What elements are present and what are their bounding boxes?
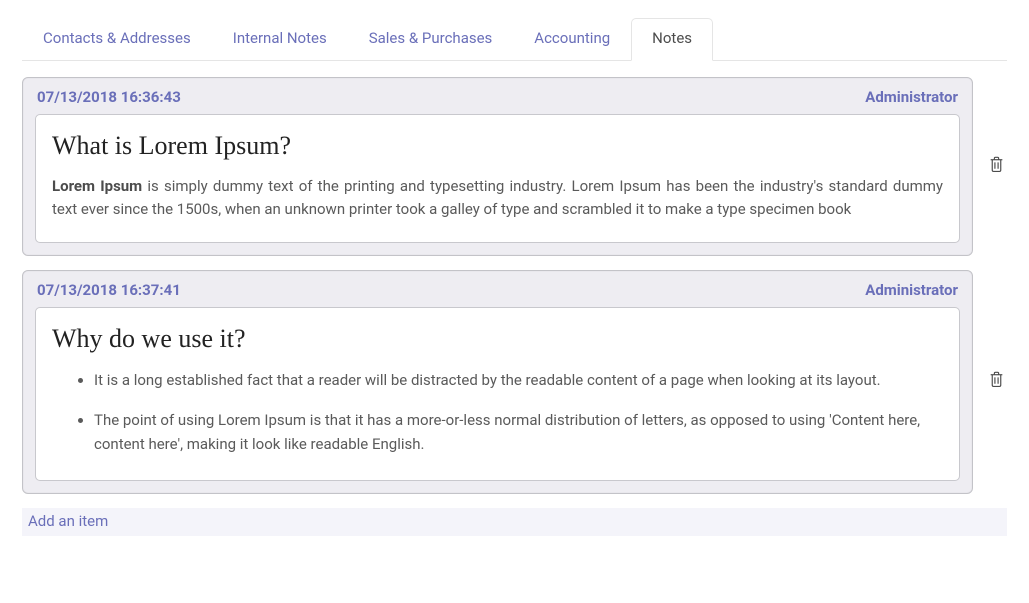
tab-notes[interactable]: Notes — [631, 18, 713, 61]
note-body[interactable]: What is Lorem Ipsum? Lorem Ipsum is simp… — [35, 114, 960, 243]
delete-note-button[interactable] — [985, 371, 1007, 392]
note-card: 07/13/2018 16:37:41 Administrator Why do… — [22, 270, 973, 494]
note-body[interactable]: Why do we use it? It is a long establish… — [35, 307, 960, 481]
note-timestamp: 07/13/2018 16:37:41 — [37, 281, 181, 299]
add-item-link[interactable]: Add an item — [28, 512, 108, 530]
tab-label: Internal Notes — [233, 29, 327, 47]
note-author: Administrator — [865, 88, 958, 106]
note-header: 07/13/2018 16:37:41 Administrator — [35, 281, 960, 307]
note-paragraph-text: is simply dummy text of the printing and… — [52, 177, 943, 218]
note-bullet-item: The point of using Lorem Ipsum is that i… — [94, 408, 943, 456]
trash-icon — [989, 156, 1004, 177]
note-paragraph: Lorem Ipsum is simply dummy text of the … — [52, 175, 943, 222]
tab-contacts-addresses[interactable]: Contacts & Addresses — [22, 18, 212, 60]
trash-icon — [989, 371, 1004, 392]
note-bold-lead: Lorem Ipsum — [52, 177, 142, 195]
note-row: 07/13/2018 16:36:43 Administrator What i… — [22, 77, 1007, 256]
note-row: 07/13/2018 16:37:41 Administrator Why do… — [22, 270, 1007, 494]
tab-label: Sales & Purchases — [369, 29, 493, 47]
tab-internal-notes[interactable]: Internal Notes — [212, 18, 348, 60]
note-title: What is Lorem Ipsum? — [52, 131, 943, 161]
note-bullet-list: It is a long established fact that a rea… — [52, 368, 943, 456]
tab-sales-purchases[interactable]: Sales & Purchases — [348, 18, 514, 60]
tab-label: Contacts & Addresses — [43, 29, 191, 47]
note-timestamp: 07/13/2018 16:36:43 — [37, 88, 181, 106]
tab-accounting[interactable]: Accounting — [513, 18, 631, 60]
note-author: Administrator — [865, 281, 958, 299]
add-item-area: Add an item — [22, 508, 1007, 536]
tabs-bar: Contacts & Addresses Internal Notes Sale… — [22, 18, 1007, 61]
note-header: 07/13/2018 16:36:43 Administrator — [35, 88, 960, 114]
tab-label: Notes — [652, 29, 692, 47]
note-title: Why do we use it? — [52, 324, 943, 354]
tab-label: Accounting — [534, 29, 610, 47]
note-card: 07/13/2018 16:36:43 Administrator What i… — [22, 77, 973, 256]
note-bullet-item: It is a long established fact that a rea… — [94, 368, 943, 392]
delete-note-button[interactable] — [985, 156, 1007, 177]
